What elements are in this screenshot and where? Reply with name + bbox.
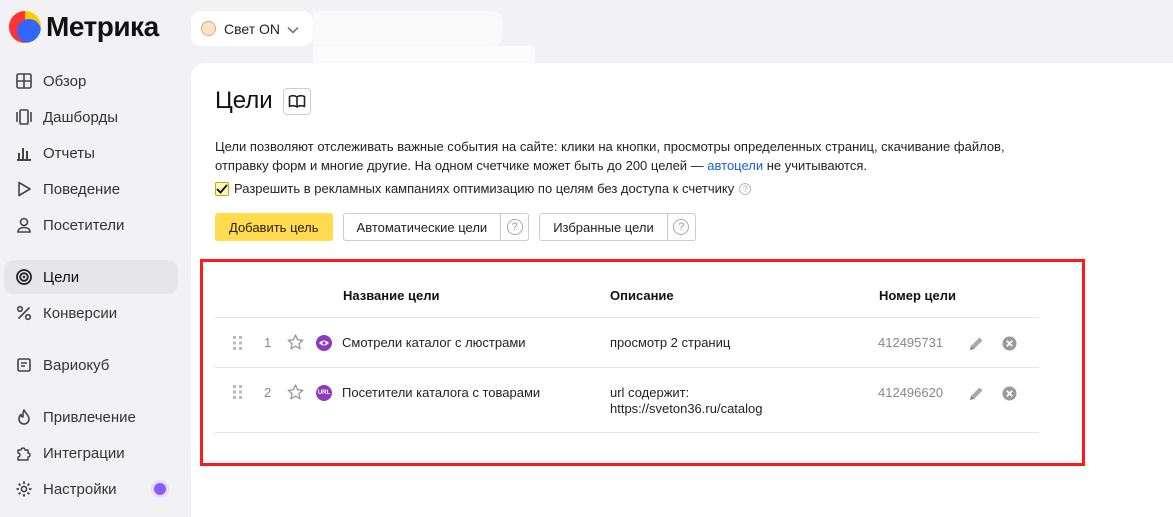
favorite-goals-group: Избранные цели ?: [539, 213, 696, 241]
favorite-goals-button[interactable]: Избранные цели: [539, 213, 668, 241]
counter-selector[interactable]: Свет ON: [191, 11, 313, 46]
help-icon: ?: [506, 219, 523, 235]
sidebar-item-label: Настройки: [43, 480, 117, 498]
cube-icon: [15, 356, 33, 374]
auto-goals-help-button[interactable]: ?: [501, 213, 530, 241]
sidebar-item-label: Цели: [43, 268, 80, 286]
grid-icon: [15, 72, 33, 90]
add-goal-button[interactable]: Добавить цель: [215, 213, 333, 241]
sidebar-item-label: Поведение: [43, 180, 121, 198]
auto-goals-button[interactable]: Автоматические цели: [342, 213, 502, 241]
percent-icon: [15, 304, 33, 322]
sidebar-item-label: Конверсии: [43, 304, 118, 322]
ad-optimization-option: Разрешить в рекламных кампаниях оптимиза…: [215, 181, 752, 196]
sidebar-item-variocube[interactable]: Вариокуб: [4, 348, 178, 382]
sidebar-item-visitors[interactable]: Посетители: [4, 208, 178, 242]
help-icon[interactable]: ?: [739, 182, 752, 195]
sidebar-item-label: Отчеты: [43, 144, 95, 162]
counter-name: Свет ON: [224, 20, 281, 37]
play-icon: [15, 180, 33, 198]
page-description: Цели позволяют отслеживать важные событи…: [215, 139, 1005, 173]
user-icon: [15, 216, 33, 234]
sidebar-item-dashboards[interactable]: Дашборды: [4, 100, 178, 134]
gear-icon: [15, 480, 33, 498]
book-icon: [288, 95, 306, 108]
puzzle-icon: [15, 444, 33, 462]
highlight-frame: [200, 259, 1085, 466]
flame-icon: [15, 408, 33, 426]
sidebar-item-label: Дашборды: [43, 108, 118, 126]
auto-goals-group: Автоматические цели ?: [342, 213, 530, 241]
help-icon: ?: [673, 219, 690, 235]
app-name: Метрика: [46, 11, 159, 42]
notification-dot: [154, 483, 166, 495]
help-book-button[interactable]: [282, 87, 311, 115]
sidebar-item-integrations[interactable]: Интеграции: [4, 436, 178, 470]
autogoals-link[interactable]: автоцели: [707, 158, 763, 173]
bar-chart-icon: [15, 144, 33, 162]
sidebar-item-label: Вариокуб: [43, 356, 110, 374]
dashboards-icon: [15, 108, 33, 126]
metrika-logo-icon: [9, 11, 41, 43]
actions-toolbar: Добавить цель Автоматические цели ? Избр…: [215, 213, 696, 241]
target-icon: [15, 268, 33, 286]
checkbox-label: Разрешить в рекламных кампаниях оптимиза…: [234, 181, 735, 196]
sidebar-item-behavior[interactable]: Поведение: [4, 172, 178, 206]
sidebar-item-goals[interactable]: Цели: [4, 260, 178, 294]
favorite-goals-help-button[interactable]: ?: [667, 213, 696, 241]
sidebar-item-label: Интеграции: [43, 444, 125, 462]
sidebar-item-overview[interactable]: Обзор: [4, 64, 178, 98]
page-header: Цели: [215, 87, 311, 115]
chevron-down-icon: [287, 21, 299, 37]
counter-id-blurred: [313, 11, 503, 46]
sidebar-item-settings[interactable]: Настройки: [4, 472, 178, 506]
sidebar-item-conversions[interactable]: Конверсии: [4, 296, 178, 330]
sidebar-item-label: Посетители: [43, 216, 125, 234]
app-logo[interactable]: Метрика: [9, 11, 159, 43]
site-favicon-icon: [201, 21, 216, 36]
sidebar-item-label: Привлечение: [43, 408, 136, 426]
checkmark-icon: [216, 183, 228, 194]
sidebar-item-reports[interactable]: Отчеты: [4, 136, 178, 170]
ad-optimization-checkbox[interactable]: [215, 181, 229, 196]
page-title: Цели: [215, 87, 273, 114]
sidebar-item-acquisition[interactable]: Привлечение: [4, 400, 178, 434]
sidebar-item-label: Обзор: [43, 72, 87, 90]
